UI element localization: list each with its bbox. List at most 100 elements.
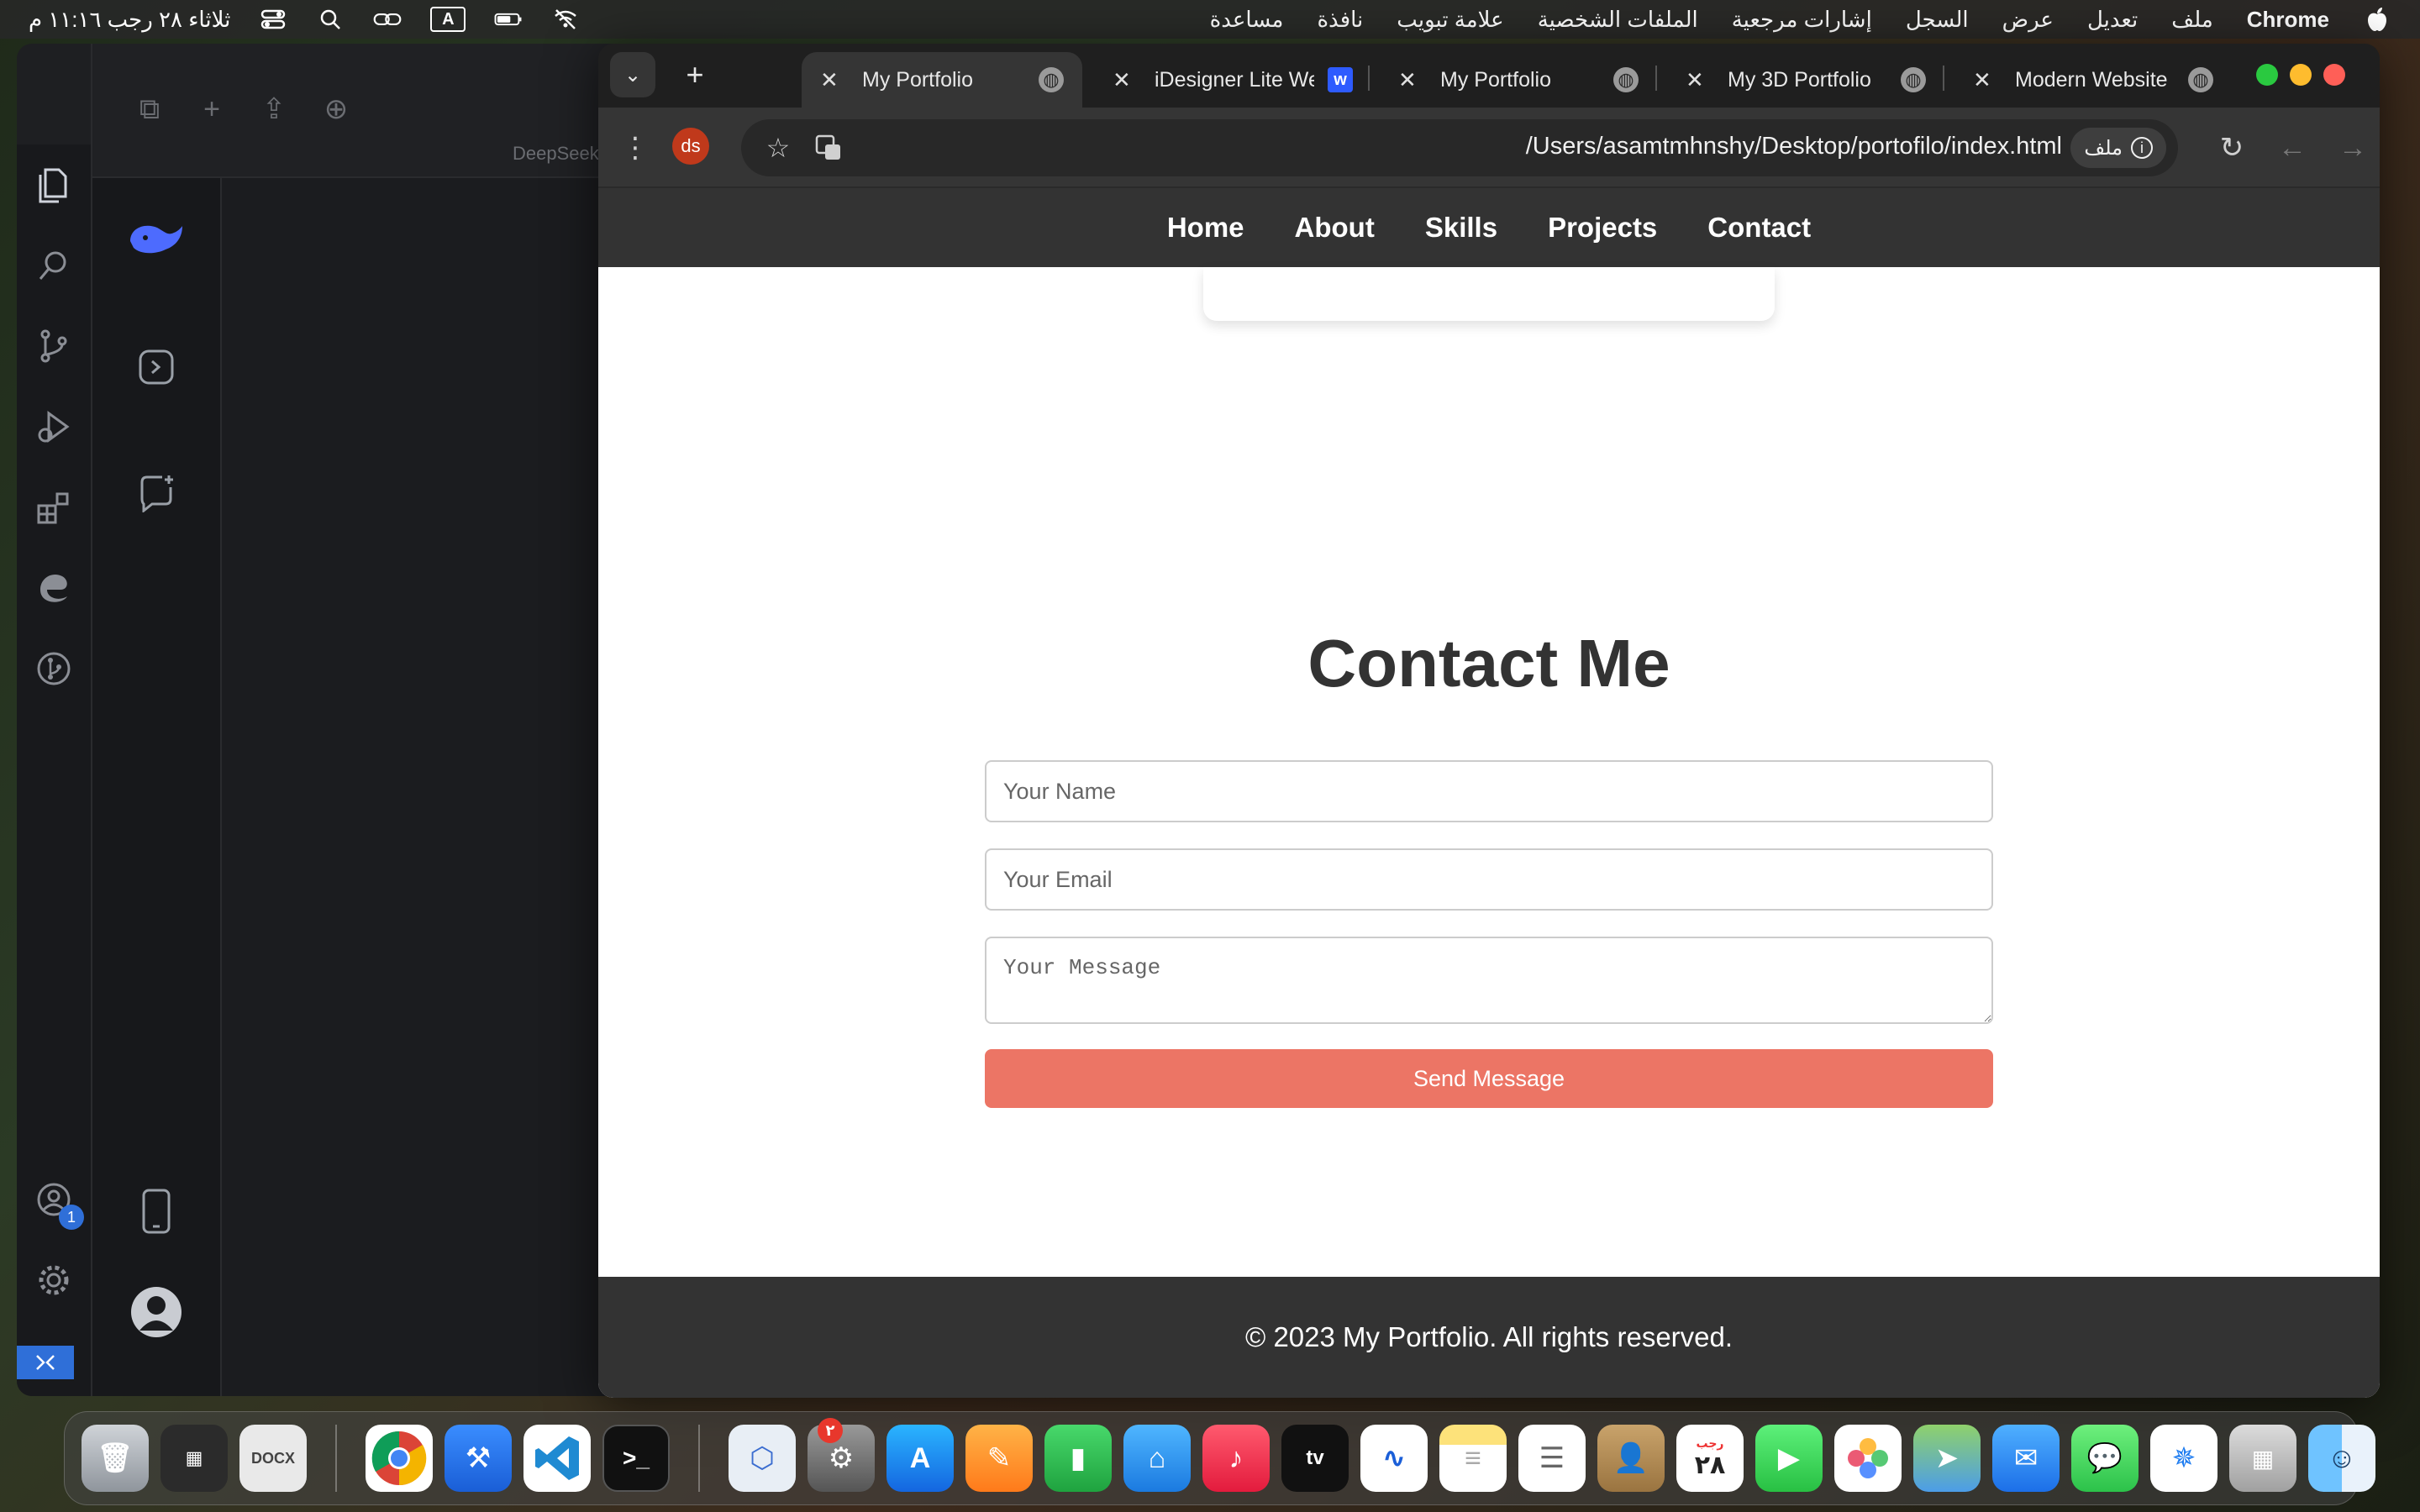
contacts-app-icon[interactable]: 👤 bbox=[1597, 1425, 1665, 1492]
menu-kebab-icon[interactable]: ⋮ bbox=[615, 128, 655, 168]
message-textarea[interactable] bbox=[985, 937, 1993, 1024]
tab-my-3d-portfolio[interactable]: ✕ My 3D Portfolio ◍ bbox=[1667, 52, 1944, 108]
deepseek-logo-icon[interactable] bbox=[92, 178, 221, 304]
name-input[interactable] bbox=[985, 760, 1993, 822]
numbers-app-icon[interactable]: ▮ bbox=[1044, 1425, 1112, 1492]
remote-indicator-icon[interactable] bbox=[17, 1346, 74, 1379]
nav-contact-link[interactable]: Contact bbox=[1707, 212, 1811, 244]
launchpad-app-icon[interactable]: ▦ bbox=[2229, 1425, 2296, 1492]
send-message-button[interactable]: Send Message bbox=[985, 1049, 1993, 1108]
battery-icon[interactable] bbox=[494, 8, 523, 31]
tab-close-icon[interactable]: ✕ bbox=[1686, 67, 1709, 93]
new-chat-icon[interactable] bbox=[92, 430, 221, 556]
url-text[interactable]: /Users/asamtmhnshy/Desktop/portofilo/ind… bbox=[1526, 133, 2062, 160]
pages-app-icon[interactable]: ✎ bbox=[965, 1425, 1033, 1492]
globe-icon: ◍ bbox=[1039, 67, 1064, 92]
new-session-icon[interactable] bbox=[92, 304, 221, 430]
photos-app-icon[interactable] bbox=[1834, 1425, 1902, 1492]
maximize-button[interactable] bbox=[2256, 64, 2278, 86]
forward-arrow-icon[interactable]: → bbox=[2333, 128, 2373, 168]
user-avatar-icon[interactable] bbox=[92, 1262, 221, 1362]
app-store-icon[interactable]: A bbox=[886, 1425, 954, 1492]
menu-profiles[interactable]: الملفات الشخصية bbox=[1538, 7, 1698, 33]
menu-edit[interactable]: تعديل bbox=[2087, 7, 2138, 33]
tab-modern-website[interactable]: ✕ Modern Website ◍ bbox=[1954, 52, 2232, 108]
menu-window[interactable]: نافذة bbox=[1317, 7, 1363, 33]
menu-app-name[interactable]: Chrome bbox=[2247, 7, 2329, 33]
settings-gear-icon[interactable] bbox=[17, 1240, 91, 1320]
menu-tab[interactable]: علامة تبويب bbox=[1397, 7, 1503, 33]
spotlight-search-icon[interactable] bbox=[316, 8, 345, 31]
link-icon[interactable] bbox=[373, 8, 402, 31]
source-control-icon[interactable] bbox=[17, 306, 91, 386]
messages-app-icon[interactable]: 💬 bbox=[2071, 1425, 2139, 1492]
bookmark-star-icon[interactable]: ☆ bbox=[758, 128, 798, 168]
nav-skills-link[interactable]: Skills bbox=[1425, 212, 1497, 244]
3d-viewer-app-icon[interactable]: ⬡ bbox=[729, 1425, 796, 1492]
share-icon[interactable]: ⇪ bbox=[259, 93, 289, 125]
nav-home-link[interactable]: Home bbox=[1167, 212, 1244, 244]
git-graph-icon[interactable] bbox=[17, 628, 91, 709]
tab-search-chevron-icon[interactable]: ⌄ bbox=[610, 52, 655, 97]
download-icon[interactable]: ⊕ bbox=[321, 93, 351, 125]
email-input[interactable] bbox=[985, 848, 1993, 911]
tab-close-icon[interactable]: ✕ bbox=[1973, 67, 1996, 93]
tab-my-portfolio[interactable]: ✕ My Portfolio ◍ bbox=[1380, 52, 1657, 108]
back-arrow-icon[interactable]: ← bbox=[2272, 128, 2312, 168]
tab-my-portfolio-active[interactable]: ✕ My Portfolio ◍ bbox=[802, 52, 1082, 108]
run-debug-icon[interactable] bbox=[17, 386, 91, 467]
system-settings-app-icon[interactable]: ⚙ ٢ bbox=[808, 1418, 875, 1492]
apple-logo-icon[interactable] bbox=[2363, 8, 2391, 31]
close-window-button[interactable] bbox=[2323, 64, 2345, 86]
safari-app-icon[interactable]: ✵ bbox=[2150, 1425, 2217, 1492]
menu-bookmarks[interactable]: إشارات مرجعية bbox=[1732, 7, 1872, 33]
new-tab-button[interactable]: + bbox=[672, 52, 718, 97]
add-icon[interactable]: + bbox=[197, 93, 227, 125]
clock[interactable]: ثلاثاء ٢٨ رجب ١١:١٦ م bbox=[29, 7, 230, 33]
apple-tv-app-icon[interactable]: tv bbox=[1281, 1425, 1349, 1492]
menu-view[interactable]: عرض bbox=[2002, 7, 2054, 33]
edge-browser-icon[interactable] bbox=[17, 548, 91, 628]
tab-close-icon[interactable]: ✕ bbox=[1398, 67, 1422, 93]
input-source-indicator[interactable]: A bbox=[430, 7, 466, 32]
mobile-device-icon[interactable] bbox=[92, 1161, 221, 1262]
profile-avatar[interactable]: ds bbox=[672, 128, 709, 165]
notes-app-icon[interactable]: ≡ bbox=[1439, 1425, 1507, 1492]
keynote-app-icon[interactable]: ⌂ bbox=[1123, 1425, 1191, 1492]
explorer-icon[interactable] bbox=[17, 144, 91, 225]
trash-icon[interactable]: 🗑 bbox=[82, 1425, 149, 1492]
menu-file[interactable]: ملف bbox=[2171, 7, 2212, 33]
wifi-off-icon[interactable] bbox=[551, 8, 580, 31]
menu-help[interactable]: مساعدة bbox=[1210, 7, 1284, 33]
copy-icon[interactable]: ⧉ bbox=[134, 93, 165, 125]
chrome-app-icon[interactable] bbox=[366, 1425, 433, 1492]
extensions-icon[interactable] bbox=[17, 467, 91, 548]
search-icon[interactable] bbox=[17, 225, 91, 306]
accounts-icon[interactable]: 1 bbox=[17, 1159, 91, 1240]
mail-app-icon[interactable]: ✉ bbox=[1992, 1425, 2060, 1492]
vscode-app-icon[interactable] bbox=[523, 1425, 591, 1492]
calendar-app-icon[interactable]: رجب ٢٨ bbox=[1676, 1425, 1744, 1492]
facetime-app-icon[interactable]: ▶ bbox=[1755, 1425, 1823, 1492]
terminal-app-icon[interactable]: >_ bbox=[602, 1425, 670, 1492]
maps-app-icon[interactable]: ➤ bbox=[1913, 1425, 1981, 1492]
reload-icon[interactable]: ↻ bbox=[2212, 128, 2252, 168]
translate-icon[interactable] bbox=[808, 128, 849, 168]
control-center-icon[interactable] bbox=[259, 8, 287, 31]
menu-history[interactable]: السجل bbox=[1906, 7, 1969, 33]
address-bar[interactable]: ☆ /Users/asamtmhnshy/Desktop/portofilo/i… bbox=[741, 119, 2178, 176]
finder-app-icon[interactable]: ☺ bbox=[2308, 1425, 2375, 1492]
nav-projects-link[interactable]: Projects bbox=[1548, 212, 1657, 244]
freeform-app-icon[interactable]: ∿ bbox=[1360, 1425, 1428, 1492]
tab-close-icon[interactable]: ✕ bbox=[820, 67, 844, 93]
reminders-app-icon[interactable]: ☰ bbox=[1518, 1425, 1586, 1492]
tab-idesigner[interactable]: ✕ iDesigner Lite We w bbox=[1094, 52, 1371, 108]
document-stack-icon[interactable]: DOCX bbox=[239, 1425, 307, 1492]
xcode-app-icon[interactable]: ⚒ bbox=[445, 1425, 512, 1492]
music-app-icon[interactable]: ♪ bbox=[1202, 1425, 1270, 1492]
tab-close-icon[interactable]: ✕ bbox=[1113, 67, 1136, 93]
folder-stack-icon[interactable]: ▦ bbox=[160, 1425, 228, 1492]
nav-about-link[interactable]: About bbox=[1295, 212, 1375, 244]
minimize-button[interactable] bbox=[2290, 64, 2312, 86]
site-info-chip[interactable]: ملف i bbox=[2070, 128, 2166, 168]
